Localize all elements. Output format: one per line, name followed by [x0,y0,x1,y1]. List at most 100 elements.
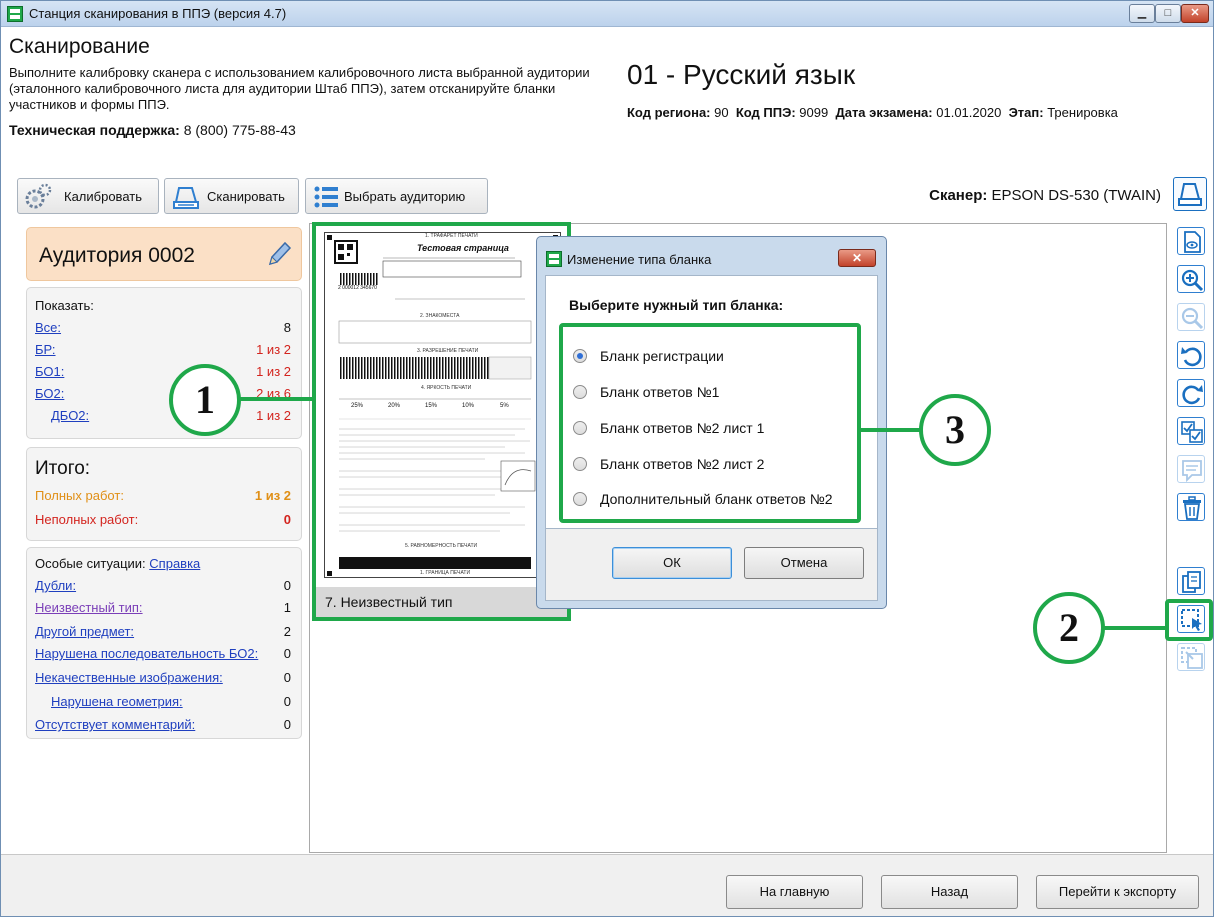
callout-3: 3 [919,394,991,466]
filter-dbo2-link[interactable]: ДБО2: [51,408,89,423]
exam-info: Код региона: 90 Код ППЭ: 9099 Дата экзам… [627,105,1118,120]
thumbnail-caption: 7. Неизвестный тип [316,587,567,617]
full-works-value: 1 из 2 [254,488,291,503]
app-window: Станция сканирования в ППЭ (версия 4.7) … [0,0,1214,917]
duplicates-count: 0 [283,578,291,593]
title-bar: Станция сканирования в ППЭ (версия 4.7) … [1,1,1213,27]
callout-1: 1 [169,364,241,436]
select-room-button[interactable]: Выбрать аудиторию [305,178,488,214]
filter-bo2-link[interactable]: БО2: [35,386,64,401]
count-row-bo2: БО2: 2 из 6 [35,386,291,404]
percent-5: 5% [500,403,509,409]
help-link[interactable]: Справка [149,556,200,571]
comment-button[interactable] [1177,455,1205,483]
full-works-label: Полных работ: [35,488,124,503]
bad-images-link[interactable]: Некачественные изображения: [35,670,223,685]
other-subject-count: 2 [283,624,291,639]
move-icon [1181,647,1203,669]
scanner-settings-button[interactable] [1173,177,1207,211]
barcode-number: 2 000012 345670 [338,285,377,291]
copy-pages-button[interactable] [1177,567,1205,595]
ppe-label: Код ППЭ: [735,105,796,120]
filter-all-link[interactable]: Все: [35,320,61,335]
unknown-type-link[interactable]: Неизвестный тип: [35,600,143,615]
no-comment-link[interactable]: Отсутствует комментарий: [35,717,195,732]
percent-10: 10% [462,403,475,409]
home-button[interactable]: На главную [726,875,863,909]
scanner-icon [173,187,199,209]
minimize-button[interactable]: ▁ [1129,4,1155,23]
bo2-sequence-link[interactable]: Нарушена последовательность БО2: [35,646,258,661]
special-row: Дубли: 0 [35,578,291,596]
support-label: Техническая поддержка: [9,122,180,138]
room-title: Аудитория 0002 [39,244,195,267]
rotate-left-button[interactable] [1177,341,1205,369]
export-button[interactable]: Перейти к экспорту [1036,875,1199,909]
app-icon [7,6,23,22]
scan-button[interactable]: Сканировать [164,178,299,214]
ok-button[interactable]: ОК [612,547,732,579]
region-value: 90 [714,105,729,120]
partial-works-label: Неполных работ: [35,512,139,527]
move-page-button[interactable] [1177,643,1205,671]
unknown-type-count: 1 [283,600,291,615]
show-card: Показать: Все: 8 БР: 1 из 2 БО1: 1 из 2 … [26,287,302,439]
filter-br-link[interactable]: БР: [35,342,56,357]
back-button[interactable]: Назад [881,875,1018,909]
zoom-out-icon [1181,307,1204,330]
rotate-right-icon [1182,385,1203,405]
special-header: Особые ситуации: Справка [35,556,291,574]
scanner-info: Сканер: EPSON DS-530 (TWAIN) [929,187,1161,204]
delete-button[interactable] [1177,493,1205,521]
special-row: Другой предмет: 2 [35,624,291,642]
count-row-all: Все: 8 [35,320,291,338]
duplicates-link[interactable]: Дубли: [35,578,76,593]
totals-card: Итого: Полных работ: 1 из 2 Неполных раб… [26,447,302,541]
image-thumbnail[interactable]: 1. ТРАФАРЕТ ПЕЧАТИ Тестовая страница 2 0… [312,222,571,621]
dialog-app-icon [546,251,562,267]
cancel-button[interactable]: Отмена [744,547,864,579]
special-row: Неизвестный тип: 1 [35,600,291,618]
minimize-icon: ▁ [1137,7,1147,19]
date-value: 01.01.2020 [936,105,1002,120]
count-row-br: БР: 1 из 2 [35,342,291,360]
percent-25: 25% [351,403,364,409]
calibrate-button[interactable]: Калибровать [17,178,159,214]
special-label: Особые ситуации: [35,556,146,571]
date-label: Дата экзамена: [835,105,933,120]
zoom-in-button[interactable] [1177,265,1205,293]
pencil-icon[interactable] [266,240,292,268]
options-highlight [559,323,861,523]
count-bo1: 1 из 2 [256,364,291,379]
check-pages-button[interactable] [1177,417,1205,445]
ppe-value: 9099 [799,105,829,120]
rotate-right-button[interactable] [1177,379,1205,407]
close-button[interactable]: ✕ [1181,4,1209,23]
scanner-settings-icon [1178,183,1202,206]
geometry-link[interactable]: Нарушена геометрия: [51,694,183,709]
dialog-close-button[interactable]: ✕ [838,249,876,267]
dialog-footer: ОК Отмена [545,529,878,601]
geometry-count: 0 [283,694,291,709]
scanner-label: Сканер: [929,187,988,204]
close-icon: ✕ [1190,7,1200,19]
select-room-label: Выбрать аудиторию [344,189,466,204]
special-row: Нарушена последовательность БО2: 0 [35,646,291,664]
page-section-2: 2. ЗНАКОМЕСТА [420,313,460,319]
filter-bo1-link[interactable]: БО1: [35,364,64,379]
dialog-question: Выберите нужный тип бланка: [569,297,784,313]
page-section-4: 4. ЯРКОСТЬ ПЕЧАТИ [421,385,472,391]
view-image-button[interactable] [1177,227,1205,255]
zoom-out-button[interactable] [1177,303,1205,331]
percent-15: 15% [425,403,438,409]
maximize-button[interactable]: □ [1155,4,1181,23]
partial-works-row: Неполных работ: 0 [35,512,291,530]
show-label: Показать: [35,298,94,313]
percent-20: 20% [388,403,401,409]
subject-title: 01 - Русский язык [627,59,856,90]
stage-label: Этап: [1008,105,1044,120]
other-subject-link[interactable]: Другой предмет: [35,624,134,639]
copy-icon [1182,571,1201,593]
bo2-sequence-count: 0 [283,646,291,661]
support-phone: 8 (800) 775-88-43 [183,122,296,138]
